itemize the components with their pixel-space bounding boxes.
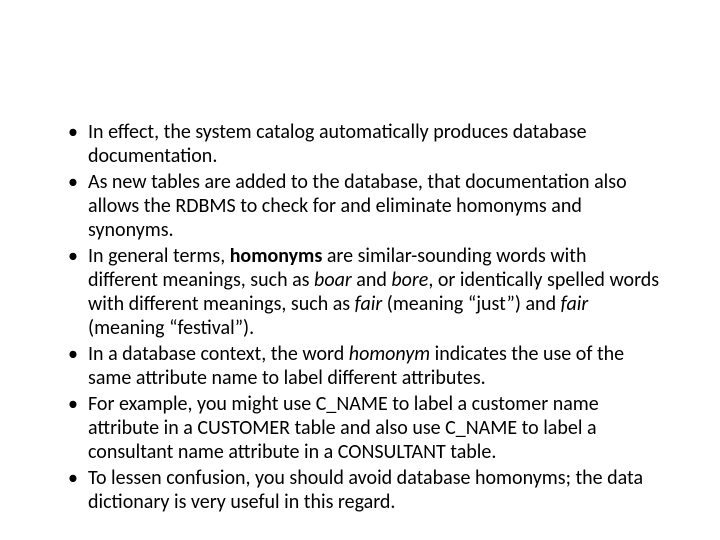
bullet-item: In effect, the system catalog automatica…: [88, 120, 660, 168]
bullet-item: For example, you might use C_NAME to lab…: [88, 392, 660, 464]
text-run: In a database context, the word: [88, 342, 349, 366]
bullet-item: As new tables are added to the database,…: [88, 170, 660, 242]
text-run: fair: [561, 292, 589, 316]
text-run: In general terms,: [88, 244, 230, 268]
text-run: As new tables are added to the database,…: [88, 170, 627, 242]
text-run: For example, you might use C_NAME to lab…: [88, 392, 599, 464]
text-run: homonyms: [230, 244, 323, 268]
text-run: and: [352, 268, 392, 292]
text-run: To lessen confusion, you should avoid da…: [88, 466, 643, 514]
bullet-item: In a database context, the word homonym …: [88, 342, 660, 390]
bullet-item: In general terms, homonyms are similar-s…: [88, 244, 660, 340]
bullet-item: To lessen confusion, you should avoid da…: [88, 466, 660, 514]
text-run: (meaning “festival”).: [88, 316, 254, 340]
bullet-list: In effect, the system catalog automatica…: [60, 120, 660, 514]
text-run: bore: [391, 268, 428, 292]
text-run: (meaning “just”) and: [382, 292, 560, 316]
text-run: boar: [314, 268, 352, 292]
slide: In effect, the system catalog automatica…: [0, 0, 720, 540]
text-run: In effect, the system catalog automatica…: [88, 120, 587, 168]
text-run: fair: [355, 292, 383, 316]
text-run: homonym: [349, 342, 430, 366]
